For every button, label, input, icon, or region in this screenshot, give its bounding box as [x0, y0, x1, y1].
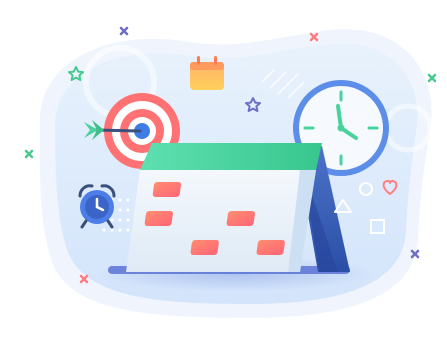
scheduling-illustration: [24, 26, 437, 319]
calendar-event-mark: [226, 211, 255, 226]
calendar-event-mark: [152, 182, 182, 197]
calendar-icon: [126, 143, 322, 272]
calendar-event-mark: [190, 240, 219, 255]
calendar-event-mark: [256, 240, 285, 255]
cross-icon: [119, 26, 129, 36]
calendar-event-mark: [144, 211, 173, 226]
illustration-canvas: [0, 0, 447, 338]
calendar-top-bar: [140, 143, 322, 170]
cross-icon: [24, 149, 34, 159]
cross-icon: [427, 73, 437, 83]
